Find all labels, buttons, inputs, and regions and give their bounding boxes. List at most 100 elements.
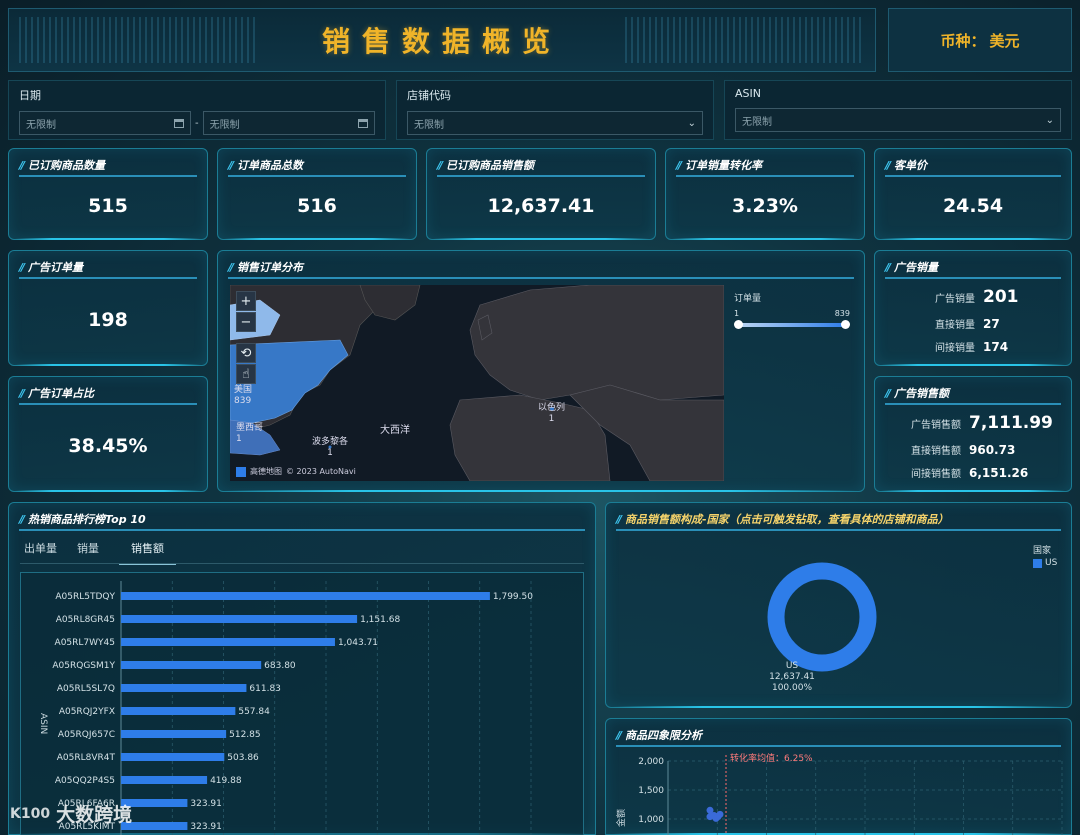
y-tick-label: 1,500 (638, 786, 664, 796)
conversion-mean-label: 转化率均值：6.25% (730, 752, 813, 764)
card-header: //商品销售额构成-国家（点击可触发钻取，查看具体的店铺和商品） (616, 509, 1061, 531)
slash-icon: // (437, 158, 443, 172)
store-filter: 店铺代码 无限制 ⌄ (396, 80, 714, 140)
slash-icon: // (228, 158, 234, 172)
map-label-value: 1 (548, 414, 555, 424)
kv-value: 6,151.26 (969, 465, 1029, 480)
map-label-usa: 美国 839 (234, 385, 252, 407)
tab-sales-qty[interactable]: 销量 (77, 540, 99, 565)
amap-logo-icon (236, 466, 246, 477)
kv-label: 直接销量 (935, 320, 975, 331)
map-legend-slider[interactable] (734, 320, 850, 329)
slash-icon: // (228, 260, 234, 274)
bar-value-label: 1,151.68 (360, 615, 400, 625)
zoom-out-button[interactable]: − (236, 312, 256, 332)
date-separator: - (195, 117, 199, 129)
page-header: 销售数据概览 (8, 8, 876, 72)
map-label-mexico: 墨西哥 1 (236, 423, 263, 445)
y-tick-label: 1,000 (638, 815, 664, 825)
card-header: //广告订单占比 (19, 383, 197, 405)
bar-category-label: A05QQ2P4S5 (55, 776, 115, 786)
card-header: //热销商品排行榜Top 10 (19, 509, 585, 531)
donut-label-us: US 12,637.41 100.00% (756, 661, 828, 694)
card-title: 商品销售额构成-国家（点击可触发钻取，查看具体的店铺和商品） (625, 513, 949, 526)
chevron-down-icon: ⌄ (687, 117, 696, 129)
direct-sales-amount-row: 直接销售额 960.73 (875, 442, 1015, 458)
card-header: //广告订单量 (19, 257, 197, 279)
kpi-value: 3.23% (732, 195, 798, 217)
zoom-in-button[interactable]: + (236, 291, 256, 311)
kv-value: 201 (983, 287, 1019, 307)
date-start-picker[interactable]: 无限制 (19, 111, 191, 135)
bar (121, 753, 225, 761)
calendar-icon (174, 118, 184, 128)
slice-value: 12,637.41 (769, 672, 815, 682)
currency-label: 币种： (940, 31, 986, 50)
pie-legend-title: 国家 (1033, 546, 1052, 556)
donut-slice-us[interactable] (767, 562, 877, 672)
ad-sales-qty-row: 广告销量 201 (875, 287, 1019, 307)
tab-order-count[interactable]: 出单量 (24, 540, 57, 565)
store-select[interactable]: 无限制 ⌄ (407, 111, 703, 135)
legend-max: 839 (834, 309, 850, 318)
slider-handle-max[interactable] (841, 320, 850, 329)
kpi-card-order-items: //订单商品总数 516 (217, 148, 417, 240)
kpi-value: 516 (297, 195, 337, 217)
bar-value-label: 512.85 (229, 730, 261, 740)
country-sales-card: //商品销售额构成-国家（点击可触发钻取，查看具体的店铺和商品） 国家 US U… (605, 502, 1072, 708)
card-title: 已订购商品销售额 (446, 159, 535, 172)
bar-category-label: A05RL7WY45 (55, 638, 115, 648)
slash-icon: // (676, 158, 682, 172)
slash-icon: // (19, 158, 25, 172)
slash-icon: // (19, 512, 25, 526)
bar (121, 730, 227, 738)
ad-order-ratio-value: 38.45% (68, 435, 148, 457)
kpi-card-avg-order: //客单价 24.54 (874, 148, 1072, 240)
asin-filter: ASIN 无限制 ⌄ (724, 80, 1072, 140)
scatter-point (716, 810, 724, 818)
ad-sales-qty-card: //广告销量 广告销量 201 直接销量 27 间接销量 174 (874, 250, 1072, 366)
card-title: 订单销量转化率 (685, 159, 763, 172)
bar (121, 661, 262, 669)
map-graphic (230, 285, 724, 481)
top10-tabs: 出单量 销量 销售额 (24, 540, 176, 565)
tab-sales-amount[interactable]: 销售额 (119, 540, 176, 565)
kv-label: 间接销售额 (911, 469, 961, 480)
asin-filter-label: ASIN (735, 87, 761, 100)
map-label-name: 波多黎各 (312, 437, 349, 447)
map-legend-range: 1 839 (734, 309, 850, 318)
card-header: //已订购商品销售额 (437, 155, 645, 177)
slash-icon: // (616, 728, 622, 742)
bar (121, 684, 247, 692)
pointer-icon[interactable]: ☝ (236, 364, 256, 384)
bar-value-label: 323.91 (190, 799, 222, 809)
slash-icon: // (885, 386, 891, 400)
quadrant-card: //商品四象限分析 2,000 1,500 1,000 金额 转化率均值：6.25% (605, 718, 1072, 835)
card-title: 广告订单量 (28, 261, 84, 274)
donut-chart[interactable] (762, 557, 882, 677)
card-header: //客单价 (885, 155, 1061, 177)
slash-icon: // (885, 158, 891, 172)
pie-legend-item-us[interactable]: US (1033, 558, 1057, 568)
date-filter: 日期 无限制 - 无限制 (8, 80, 386, 140)
kpi-card-ordered-sales: //已订购商品销售额 12,637.41 (426, 148, 656, 240)
bar (121, 638, 335, 646)
map-attribution-copy: © 2023 AutoNavi (286, 467, 356, 476)
top10-bar-chart: ASIN A05RL5TDQY 1,799.50 A05RL8GR45 1,151.68… (38, 581, 533, 835)
direct-sales-qty-row: 直接销量 27 (875, 316, 1000, 332)
kpi-value: 24.54 (942, 195, 1004, 217)
map-label-value: 839 (234, 396, 252, 406)
asin-select[interactable]: 无限制 ⌄ (735, 108, 1061, 132)
bar-value-label: 1,799.50 (493, 592, 533, 602)
date-end-placeholder: 无限制 (209, 119, 240, 131)
world-map[interactable]: + − ⟲ ☝ 美国 839 墨西哥 1 波多黎各 1 以色列 1 大西洋 高德地图 ©… (230, 285, 724, 481)
card-header: //销售订单分布 (228, 257, 854, 279)
card-header: //订单销量转化率 (676, 155, 854, 177)
map-attribution-brand: 高德地图 (250, 467, 282, 476)
date-end-picker[interactable]: 无限制 (202, 111, 375, 135)
slider-handle-min[interactable] (734, 320, 743, 329)
y-tick-label: 2,000 (638, 757, 664, 767)
card-title: 广告销售额 (894, 387, 950, 400)
top10-chart-frame: ASIN A05RL5TDQY 1,799.50 A05RL8GR45 1,151.68… (20, 572, 584, 835)
reset-icon[interactable]: ⟲ (236, 343, 256, 363)
